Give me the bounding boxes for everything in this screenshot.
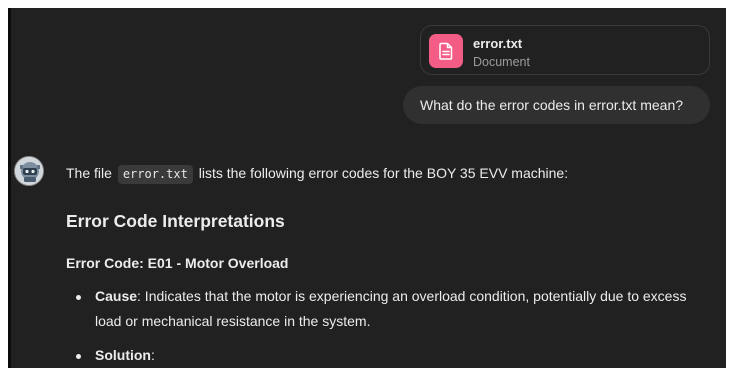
bullet-icon [76, 295, 81, 300]
assistant-message: The file error.txt lists the following e… [66, 162, 716, 363]
section-heading: Error Code Interpretations [66, 211, 285, 231]
intro-text-after: lists the following error codes for the … [198, 165, 569, 181]
file-attachment-card[interactable]: error.txt Document [420, 25, 710, 75]
intro-text-before: The file [66, 165, 112, 181]
chat-view: error.txt Document What do the error cod… [8, 8, 726, 368]
screenshot-frame: error.txt Document What do the error cod… [0, 0, 731, 374]
document-icon [429, 34, 463, 68]
list-item-solution: Solution: [66, 343, 716, 368]
error-code-heading: Error Code: E01 - Motor Overload [66, 255, 289, 271]
list-item-cause: Cause: Indicates that the motor is exper… [66, 284, 716, 334]
assistant-avatar [14, 156, 44, 186]
inline-code-filename: error.txt [117, 165, 193, 184]
answer-intro: The file error.txt lists the following e… [66, 162, 716, 184]
attachment-file-type: Document [473, 55, 530, 69]
list-item-label: Solution [95, 347, 151, 363]
bullet-icon [76, 354, 81, 359]
user-message-bubble: What do the error codes in error.txt mea… [403, 86, 710, 124]
list-item-label: Cause [95, 288, 138, 304]
list-item-text: : [151, 347, 155, 363]
error-details-list: Cause: Indicates that the motor is exper… [66, 284, 716, 368]
sidebar-edge [8, 8, 11, 368]
list-item-text: : Indicates that the motor is experienci… [95, 288, 687, 329]
attachment-file-name: error.txt [473, 36, 523, 51]
